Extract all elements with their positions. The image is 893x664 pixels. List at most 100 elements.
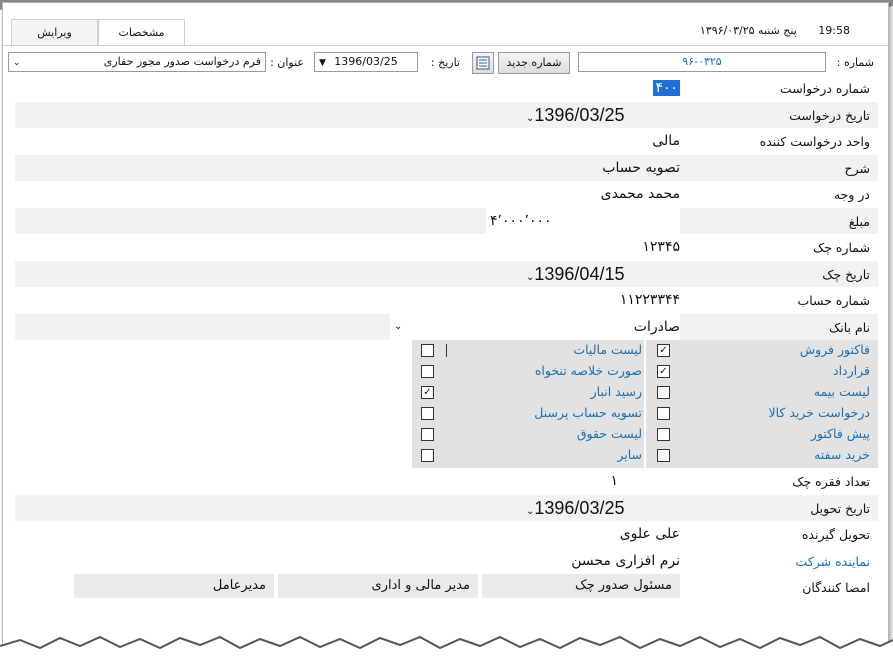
bank-name-value: صادرات — [633, 318, 680, 335]
request-date-picker[interactable]: ⌄1396/03/25 — [520, 102, 680, 128]
chevron-down-icon: ▼ — [319, 58, 326, 68]
clock-display: 19:58 پنج شنبه ۱۳۹۶/۰۳/۲۵ — [682, 24, 850, 37]
cheque-date-picker[interactable]: ⌄1396/04/15 — [520, 261, 680, 287]
attachments-left-column: لیست مالیات صورت خلاصه تنخواه رسید انبار… — [434, 340, 644, 468]
company-rep-input[interactable]: نرم افزاری محسن — [571, 548, 680, 574]
signer-cheque-issuer[interactable]: مسئول صدور چک — [482, 574, 680, 598]
title-select-value: فرم درخواست صدور مجوز حفاری — [103, 55, 261, 68]
cheque-count-label: تعداد فقره چک — [792, 474, 870, 489]
current-date: پنج شنبه ۱۳۹۶/۰۳/۲۵ — [699, 24, 797, 37]
request-unit-input[interactable]: مالی — [652, 128, 680, 154]
cheque-date-label: تاریخ چک — [822, 266, 870, 282]
date-field[interactable]: 1396/03/25 ▼ — [314, 52, 418, 72]
row-amount: مبلغ ۴٬۰۰۰٬۰۰۰ — [15, 207, 878, 234]
checkbox-sales-invoice[interactable]: ✓ — [657, 344, 670, 357]
attachments-right-checks: ✓ ✓ — [646, 340, 680, 468]
signers-label: امضا کنندگان — [802, 580, 870, 595]
payee-input[interactable]: محمد محمدی — [601, 181, 680, 207]
receiver-input[interactable]: علی علوی — [620, 521, 680, 547]
description-input[interactable]: تصویه حساب — [602, 155, 680, 181]
payee-label: در وجه — [833, 187, 870, 202]
row-cheque-number: شماره چک ۱۲۳۴۵ — [15, 234, 878, 261]
bank-name-select[interactable]: صادرات ⌄ — [390, 313, 680, 340]
checkbox-promissory-note[interactable] — [657, 449, 670, 462]
checkbox-payroll-list[interactable] — [421, 428, 434, 441]
checkbox-petty-cash[interactable] — [421, 365, 434, 378]
row-cheque-date: تاریخ چک ⌄1396/04/15 — [15, 260, 878, 287]
attachment-promissory-note[interactable]: خرید سفته — [814, 447, 870, 468]
torn-paper-bottom — [0, 635, 893, 664]
tab-edit[interactable]: ویرایش — [11, 19, 98, 45]
company-rep-link[interactable]: نماینده شرکت — [680, 554, 870, 569]
attachments-right-column: فاکتور فروش قرارداد لیست بیمه درخواست خر… — [680, 340, 878, 468]
signer-ceo[interactable]: مدیرعامل — [74, 574, 274, 598]
tab-strip: ویرایش مشخصات — [11, 19, 185, 45]
cheque-date-value: 1396/04/15 — [534, 263, 625, 284]
cheque-number-input[interactable]: ۱۲۳۴۵ — [642, 234, 680, 260]
description-label: شرح — [844, 160, 870, 176]
checkbox-staff-settlement[interactable] — [421, 407, 434, 420]
attachment-sales-invoice[interactable]: فاکتور فروش — [800, 342, 870, 363]
attachment-insurance-list[interactable]: لیست بیمه — [814, 384, 870, 405]
row-cheque-count: تعداد فقره چک ۱ — [15, 468, 878, 495]
chevron-down-icon: ⌄ — [13, 58, 21, 68]
attachment-warehouse-receipt[interactable]: رسید انبار — [591, 384, 642, 405]
checkbox-warehouse-receipt[interactable]: ✓ — [421, 386, 434, 399]
attachment-proforma[interactable]: پیش فاکتور — [811, 426, 870, 447]
row-request-number: شماره درخواست ۴۰۰ — [15, 75, 878, 102]
checkbox-insurance-list[interactable] — [657, 386, 670, 399]
checkbox-other[interactable] — [421, 449, 434, 462]
request-date-label: تاریخ درخواست — [789, 107, 870, 123]
request-unit-label: واحد درخواست کننده — [759, 134, 870, 149]
attachment-other[interactable]: سایر — [617, 447, 642, 468]
attachment-tax-list[interactable]: لیست مالیات — [573, 342, 642, 363]
checkbox-proforma[interactable] — [657, 428, 670, 441]
row-bank-name: نام بانک صادرات ⌄ — [15, 313, 878, 340]
attachment-petty-cash[interactable]: صورت خلاصه تنخواه — [535, 363, 642, 384]
attachment-payroll-list[interactable]: لیست حقوق — [577, 426, 642, 447]
checkbox-purchase-request[interactable] — [657, 407, 670, 420]
signer-finance-manager[interactable]: مدیر مالی و اداری — [278, 574, 478, 598]
header-bar: ویرایش مشخصات 19:58 پنج شنبه ۱۳۹۶/۰۳/۲۵ — [3, 19, 888, 46]
row-delivery-date: تاریخ تحویل ⌄1396/03/25 — [15, 494, 878, 521]
delivery-date-value: 1396/03/25 — [534, 497, 625, 518]
current-time: 19:58 — [818, 24, 850, 37]
delivery-date-picker[interactable]: ⌄1396/03/25 — [520, 495, 680, 521]
request-number-value: ۴۰۰ — [653, 80, 680, 96]
account-number-input[interactable]: ۱۱۲۲۳۳۴۴ — [620, 287, 680, 313]
date-label: تاریخ : — [430, 56, 460, 69]
calculator-button[interactable] — [472, 52, 494, 74]
attachments-section: فاکتور فروش قرارداد لیست بیمه درخواست خر… — [15, 340, 878, 468]
checkbox-tax-list-box[interactable] — [421, 344, 434, 357]
attachments-left-checks: ✓ — [412, 340, 446, 468]
calculator-icon — [476, 56, 490, 70]
amount-input[interactable]: ۴٬۰۰۰٬۰۰۰ — [486, 207, 680, 234]
row-request-unit: واحد درخواست کننده مالی — [15, 128, 878, 155]
attachment-contract[interactable]: قرارداد — [833, 363, 870, 384]
number-field[interactable]: ۹۶-۰۳۲۵ — [578, 52, 826, 72]
row-request-date: تاریخ درخواست ⌄1396/03/25 — [15, 101, 878, 128]
row-account-number: شماره حساب ۱۱۲۲۳۳۴۴ — [15, 287, 878, 314]
attachment-purchase-request[interactable]: درخواست خرید کالا — [768, 405, 870, 426]
amount-label: مبلغ — [848, 213, 870, 229]
row-company-rep: نماینده شرکت نرم افزاری محسن — [15, 548, 878, 575]
cheque-number-label: شماره چک — [813, 240, 870, 255]
title-select[interactable]: فرم درخواست صدور مجوز حفاری ⌄ — [8, 52, 266, 72]
delivery-date-label: تاریخ تحویل — [810, 500, 870, 516]
account-number-label: شماره حساب — [797, 293, 870, 308]
row-payee: در وجه محمد محمدی — [15, 181, 878, 208]
toolbar: شماره : ۹۶-۰۳۲۵ شماره جدید تاریخ : 1396/… — [3, 52, 888, 74]
row-signers: امضا کنندگان مسئول صدور چک مدیر مالی و ا… — [15, 574, 878, 601]
attachment-staff-settlement[interactable]: تسویه حساب پرسنل — [534, 405, 642, 426]
request-number-input[interactable]: ۴۰۰ — [380, 75, 680, 101]
row-description: شرح تصویه حساب — [15, 154, 878, 181]
number-label: شماره : — [836, 56, 874, 69]
new-number-button[interactable]: شماره جدید — [498, 52, 570, 74]
checkbox-contract[interactable]: ✓ — [657, 365, 670, 378]
date-field-value: 1396/03/25 — [334, 55, 398, 68]
receiver-label: تحویل گیرنده — [801, 527, 870, 542]
request-form-window: ویرایش مشخصات 19:58 پنج شنبه ۱۳۹۶/۰۳/۲۵ … — [2, 2, 889, 659]
cheque-count-input[interactable]: ۱ — [610, 468, 618, 494]
request-number-label: شماره درخواست — [779, 81, 870, 96]
tab-details[interactable]: مشخصات — [98, 19, 185, 45]
